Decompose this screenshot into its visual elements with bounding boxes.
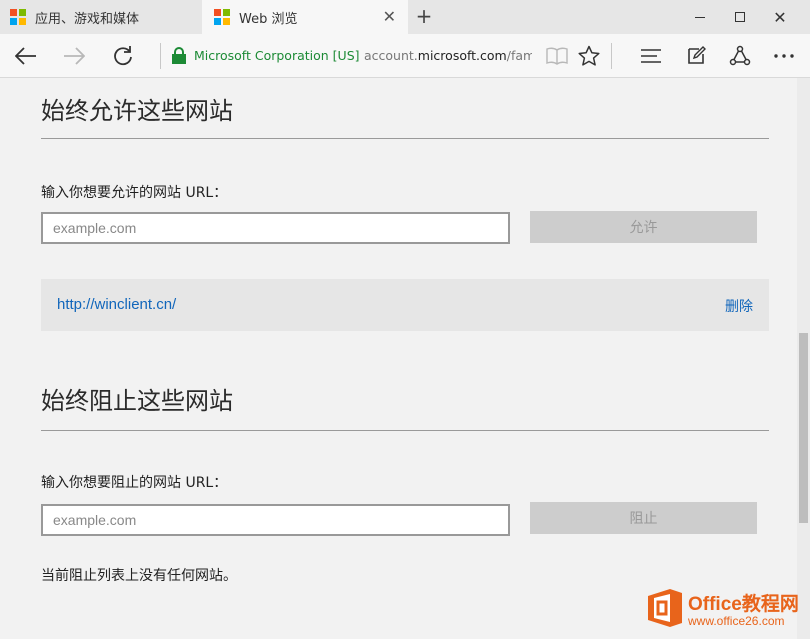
minimize-button[interactable] xyxy=(682,0,718,34)
allow-button[interactable]: 允许 xyxy=(530,211,757,243)
page-scrollbar[interactable] xyxy=(797,78,810,639)
tab-label: Web 浏览 xyxy=(239,11,298,27)
refresh-button[interactable] xyxy=(103,34,143,78)
address-url[interactable]: account.microsoft.com/family xyxy=(364,48,532,63)
forward-button[interactable] xyxy=(54,34,94,78)
close-window-button[interactable]: ✕ xyxy=(762,0,798,34)
share-icon xyxy=(729,45,751,66)
star-icon xyxy=(578,45,600,66)
tab-label: 应用、游戏和媒体 xyxy=(35,11,140,27)
maximize-icon xyxy=(735,12,745,22)
allowed-site-url[interactable]: http://winclient.cn/ xyxy=(57,296,176,313)
new-tab-icon[interactable]: + xyxy=(412,4,436,28)
watermark: Office教程网 www.office26.com xyxy=(640,584,810,639)
share-button[interactable] xyxy=(720,34,760,78)
block-button[interactable]: 阻止 xyxy=(530,502,757,534)
hub-button[interactable] xyxy=(631,34,671,78)
block-list-empty-message: 当前阻止列表上没有任何网站。 xyxy=(41,568,237,584)
close-icon: ✕ xyxy=(773,7,787,27)
scrollbar-thumb[interactable] xyxy=(799,333,808,523)
section-divider xyxy=(41,430,769,431)
forward-arrow-icon xyxy=(64,47,85,65)
navigation-bar: Microsoft Corporation [US] account.micro… xyxy=(0,34,810,78)
tab-close-icon[interactable]: ✕ xyxy=(383,7,396,26)
allow-url-input[interactable] xyxy=(41,212,510,244)
maximize-button[interactable] xyxy=(722,0,758,34)
lock-icon[interactable] xyxy=(172,47,186,64)
refresh-icon xyxy=(114,46,132,66)
office-logo-icon xyxy=(648,589,682,627)
minimize-icon xyxy=(695,16,705,18)
web-note-button[interactable] xyxy=(676,34,716,78)
toolbar-separator xyxy=(611,43,612,69)
delete-site-link[interactable]: 删除 xyxy=(725,296,753,316)
watermark-title: Office教程网 xyxy=(688,594,799,615)
title-bar: 应用、游戏和媒体 Web 浏览 ✕ + ✕ xyxy=(0,0,810,34)
back-button[interactable] xyxy=(6,34,46,78)
section-divider xyxy=(41,138,769,139)
allow-section-title: 始终允许这些网站 xyxy=(41,97,233,125)
block-section-title: 始终阻止这些网站 xyxy=(41,387,233,415)
tab-web-browsing[interactable]: Web 浏览 ✕ xyxy=(202,0,408,34)
web-note-icon xyxy=(688,46,706,64)
page-content: 始终允许这些网站 输入你想要允许的网站 URL： 允许 http://wincl… xyxy=(0,78,797,639)
back-arrow-icon xyxy=(15,47,36,65)
favorite-button[interactable] xyxy=(569,34,609,78)
watermark-url: www.office26.com xyxy=(688,614,785,628)
microsoft-logo-icon xyxy=(10,9,26,25)
toolbar-separator xyxy=(160,43,161,69)
hub-icon xyxy=(641,49,661,63)
more-icon xyxy=(774,54,794,58)
certificate-organization[interactable]: Microsoft Corporation [US] xyxy=(194,48,360,63)
allowed-site-row: http://winclient.cn/ 删除 xyxy=(41,279,769,331)
book-icon xyxy=(546,47,568,65)
block-url-label: 输入你想要阻止的网站 URL： xyxy=(41,475,228,491)
microsoft-logo-icon xyxy=(214,9,230,25)
allow-url-label: 输入你想要允许的网站 URL： xyxy=(41,185,228,201)
more-button[interactable] xyxy=(764,34,804,78)
block-url-input[interactable] xyxy=(41,504,510,536)
tab-apps-games-media[interactable]: 应用、游戏和媒体 xyxy=(0,0,202,34)
